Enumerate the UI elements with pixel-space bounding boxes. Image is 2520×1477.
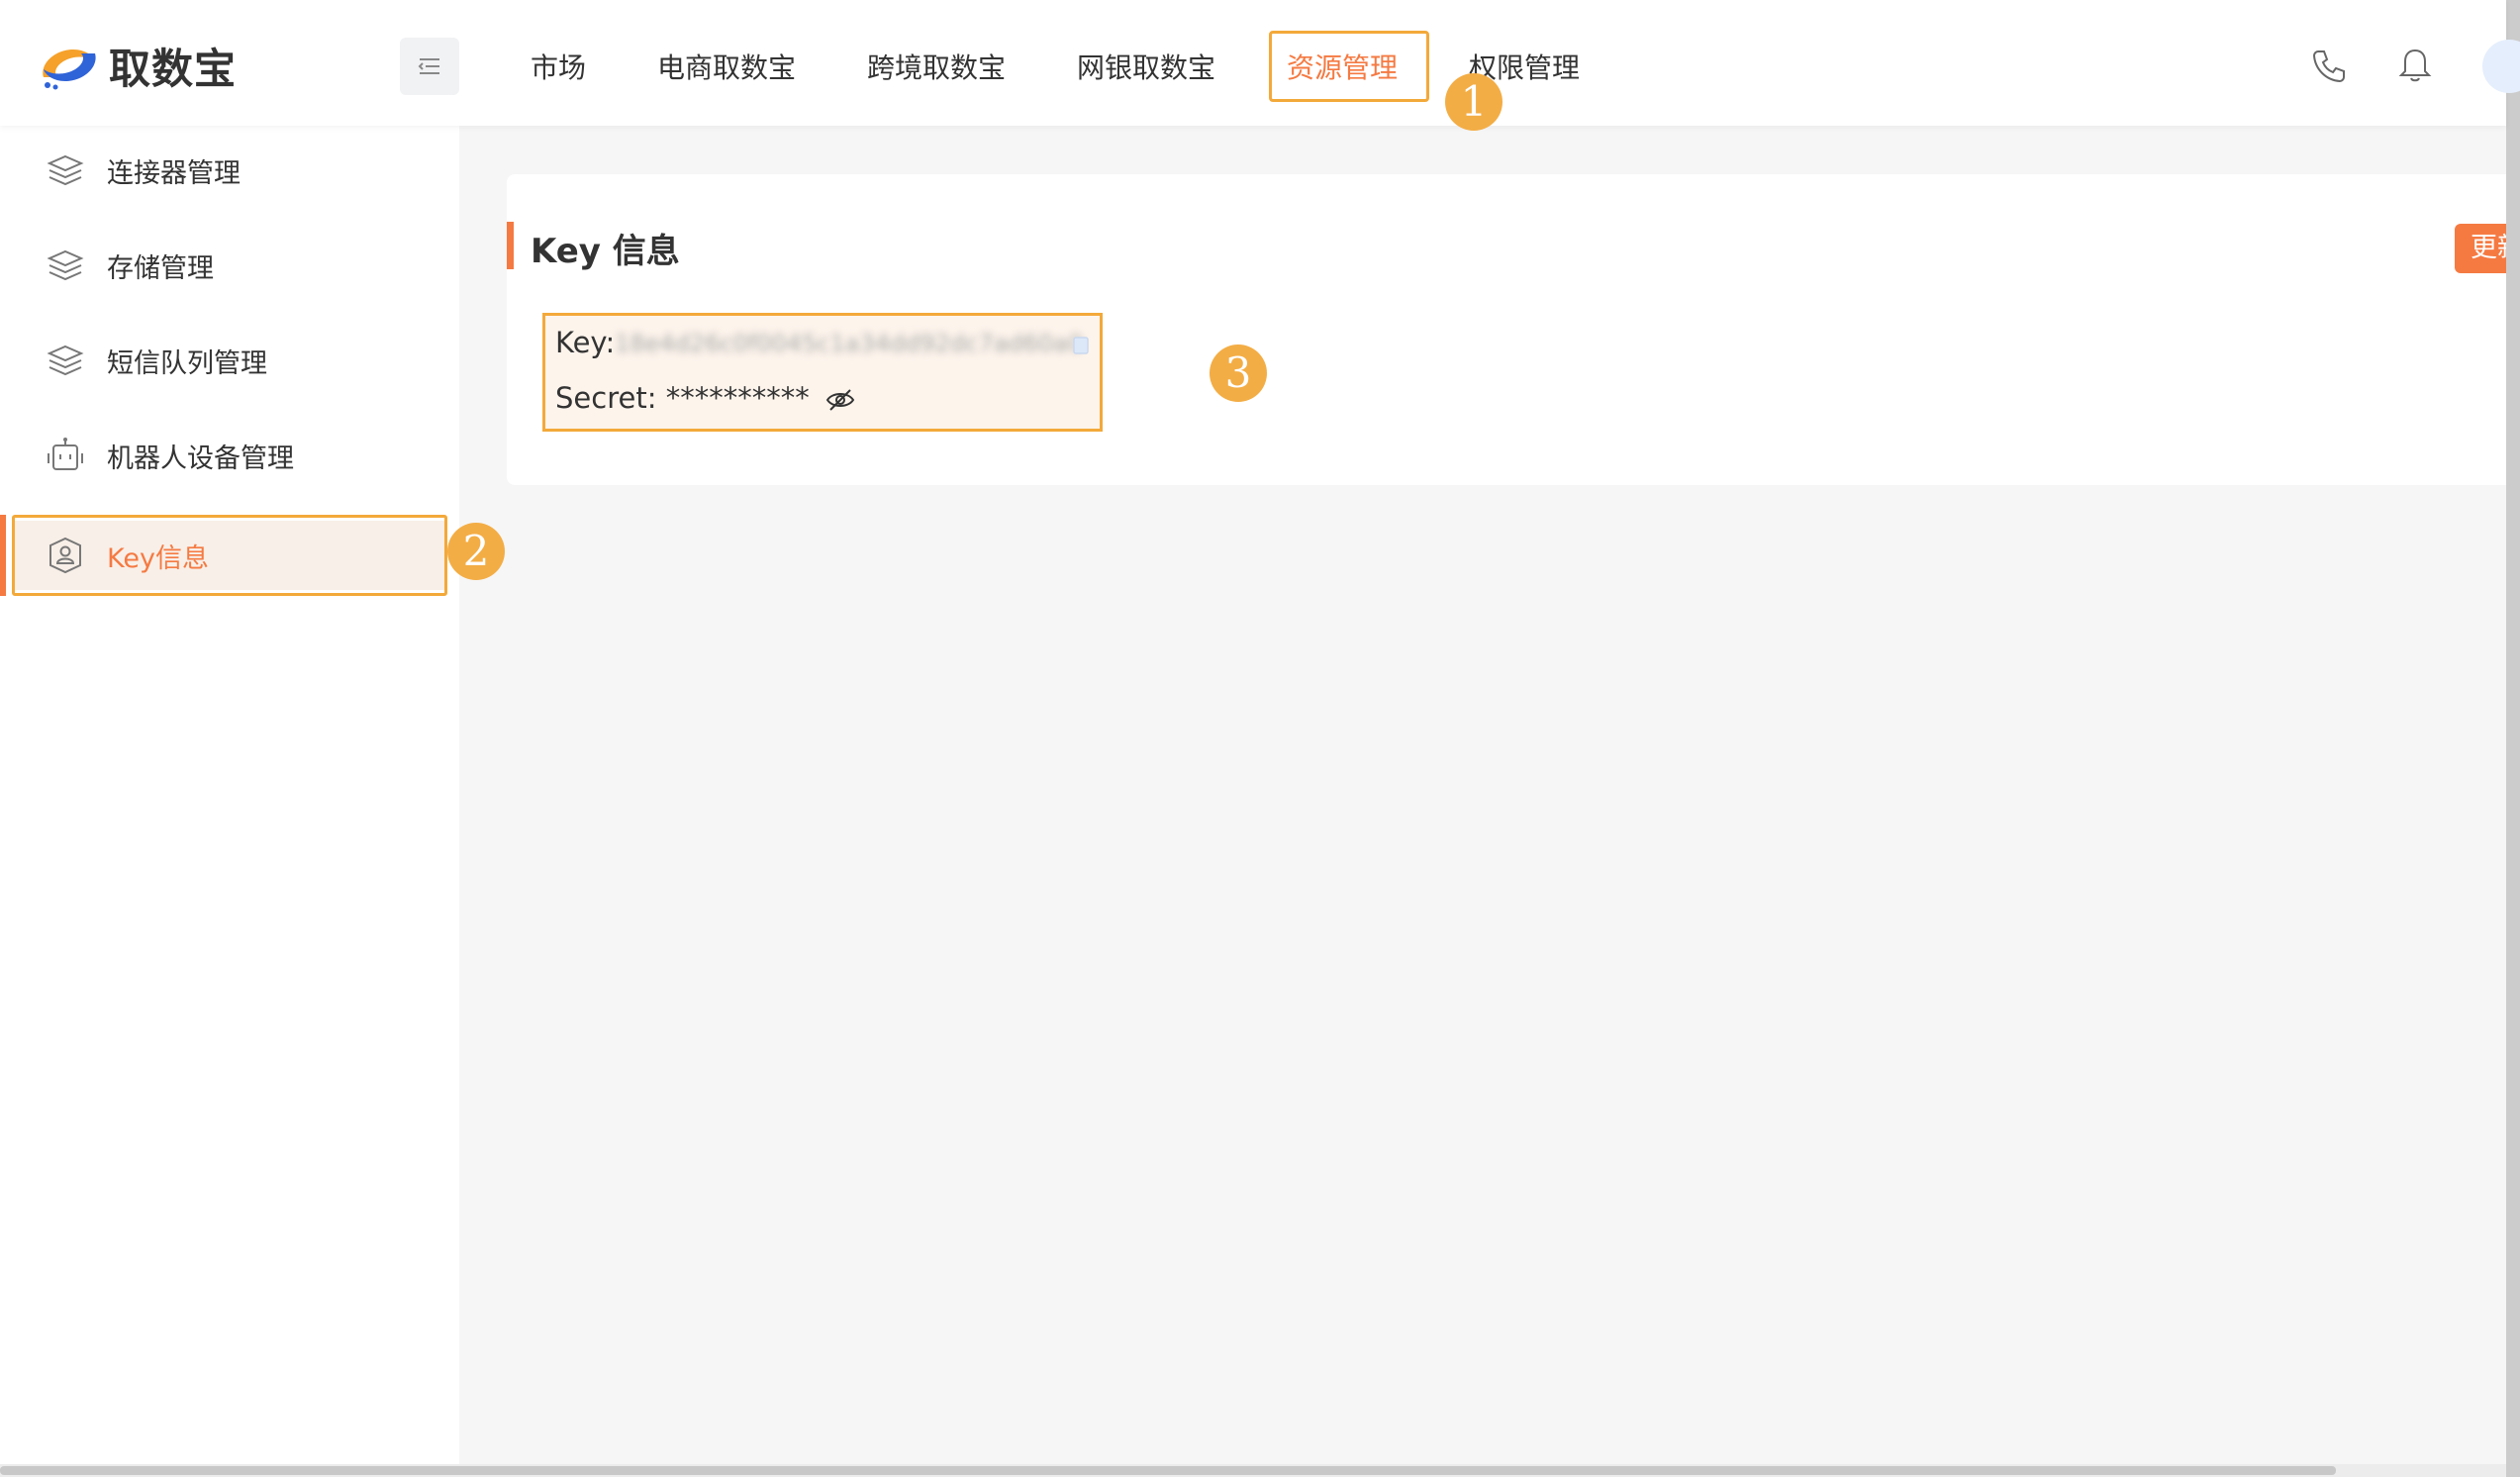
sidebar-item-label: 连接器管理	[107, 157, 241, 189]
app-logo[interactable]: 取数宝	[34, 36, 237, 95]
bell-icon[interactable]	[2393, 44, 2437, 87]
nav-online-banking[interactable]: 网银取数宝	[1077, 42, 1215, 95]
sidebar-item-label: 短信队列管理	[107, 347, 267, 379]
sidebar-item-connector-management[interactable]: 连接器管理	[0, 136, 459, 205]
secret-label: Secret:	[555, 381, 657, 415]
card-title: Key 信息	[531, 232, 680, 271]
sidebar-item-storage-management[interactable]: 存储管理	[0, 231, 459, 300]
logo-mark-icon	[43, 49, 96, 90]
annotation-badge-2: 2	[447, 523, 505, 580]
card-title-accent	[507, 222, 514, 269]
nav-ecommerce[interactable]: 电商取数宝	[657, 42, 796, 95]
horizontal-scrollbar-thumb[interactable]	[0, 1466, 2336, 1475]
key-label: Key:	[555, 326, 616, 359]
sidebar-item-label: 存储管理	[107, 252, 214, 284]
menu-toggle-button[interactable]	[400, 38, 459, 95]
key-value[interactable]: 18e4d26c0f0045c1a34dd92dc7ad60a0	[615, 330, 1090, 361]
layers-icon	[47, 154, 84, 186]
phone-icon[interactable]	[2306, 44, 2350, 87]
user-avatar[interactable]	[2482, 40, 2520, 93]
key-info-card: Key 信息 更新 Key: 18e4d26c0f0045c1a34dd92dc…	[507, 174, 2520, 485]
secret-value: **********	[665, 381, 810, 415]
eye-hidden-icon[interactable]	[824, 386, 856, 414]
sidebar-item-robot-device-management[interactable]: 机器人设备管理	[0, 421, 459, 490]
sidebar-item-sms-queue-management[interactable]: 短信队列管理	[0, 326, 459, 395]
window-edge	[2506, 0, 2520, 1477]
layers-icon	[47, 345, 84, 376]
sidebar-item-label: 机器人设备管理	[107, 443, 294, 474]
annotation-badge-3: 3	[1210, 345, 1267, 402]
key-row: Key:	[555, 326, 615, 359]
layers-icon	[47, 249, 84, 281]
menu-fold-icon	[418, 58, 439, 74]
secret-row: Secret: **********	[555, 381, 856, 415]
nav-cross-border[interactable]: 跨境取数宝	[867, 42, 1006, 95]
nav-highlight-box	[1269, 31, 1429, 102]
robot-icon	[48, 438, 83, 470]
key-info-box: Key: 18e4d26c0f0045c1a34dd92dc7ad60a0 Se…	[542, 313, 1103, 432]
annotation-badge-1: 1	[1445, 73, 1502, 131]
sidebar-highlight-box	[12, 515, 447, 596]
nav-market[interactable]: 市场	[531, 42, 586, 95]
sidebar-active-indicator	[0, 515, 6, 596]
logo-text: 取数宝	[109, 44, 238, 93]
sidebar: 连接器管理 存储管理 短信队列管理 机器人设备管理 Key信息	[0, 126, 459, 1464]
top-navbar: 取数宝 市场 电商取数宝 跨境取数宝 网银取数宝 资源管理 权限管理	[0, 0, 2520, 126]
copy-icon[interactable]	[1070, 334, 1096, 359]
